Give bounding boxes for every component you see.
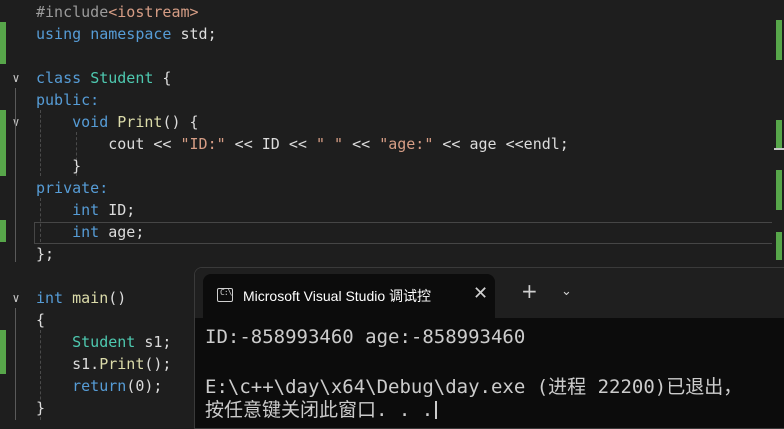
scrollbar-change-mark — [776, 120, 782, 150]
code-line: class Student { — [36, 69, 172, 87]
change-indicator — [0, 220, 6, 242]
code-line: } — [72, 157, 82, 175]
debug-console-window[interactable]: C:\ Microsoft Visual Studio 调试控 ✕ + ⌄ ID… — [194, 267, 784, 429]
tab-title: Microsoft Visual Studio 调试控 — [243, 288, 432, 304]
current-line-highlight — [34, 222, 774, 244]
scope-line — [15, 308, 16, 420]
console-output-line: ID:-858993460 age:-858993460 — [205, 326, 526, 348]
code-line: Student s1; — [72, 333, 172, 351]
collapse-chevron-icon[interactable]: ∨ — [10, 111, 22, 133]
terminal-tab[interactable]: C:\ Microsoft Visual Studio 调试控 ✕ — [203, 274, 495, 318]
text-cursor — [435, 401, 438, 419]
code-line: private: — [36, 179, 109, 197]
console-icon: C:\ — [217, 288, 233, 302]
code-line: public: — [36, 91, 100, 109]
close-icon[interactable]: ✕ — [473, 283, 488, 304]
terminal-tab-bar: C:\ Microsoft Visual Studio 调试控 ✕ + ⌄ — [195, 268, 784, 318]
scope-line — [15, 88, 16, 262]
new-tab-button[interactable]: + — [521, 281, 538, 301]
chevron-down-icon[interactable]: ⌄ — [561, 284, 572, 299]
code-line: int age; — [72, 223, 145, 241]
code-line: using namespace std; — [36, 25, 217, 43]
scrollbar-caret-mark — [774, 148, 784, 150]
code-line: cout << "ID:" << ID << " " << "age:" << … — [108, 135, 569, 153]
code-line: } — [36, 399, 46, 417]
change-indicator — [0, 330, 6, 374]
code-line: s1.Print(); — [72, 355, 172, 373]
code-line: void Print() { — [72, 113, 199, 131]
code-line: }; — [36, 245, 55, 263]
console-output-line: 按任意键关闭此窗口. . . — [205, 395, 438, 422]
code-line: int ID; — [72, 201, 136, 219]
change-indicator — [0, 22, 6, 64]
scrollbar-change-mark — [776, 20, 782, 60]
code-line: { — [36, 311, 46, 329]
change-indicator — [0, 110, 6, 176]
code-line: #include<iostream> — [36, 3, 199, 21]
collapse-chevron-icon[interactable]: ∨ — [10, 287, 22, 309]
code-line: return(0); — [72, 377, 163, 395]
code-line: int main() — [36, 289, 127, 307]
collapse-chevron-icon[interactable]: ∨ — [10, 67, 22, 89]
scrollbar-change-mark — [776, 170, 782, 210]
scrollbar-change-mark — [776, 232, 782, 260]
